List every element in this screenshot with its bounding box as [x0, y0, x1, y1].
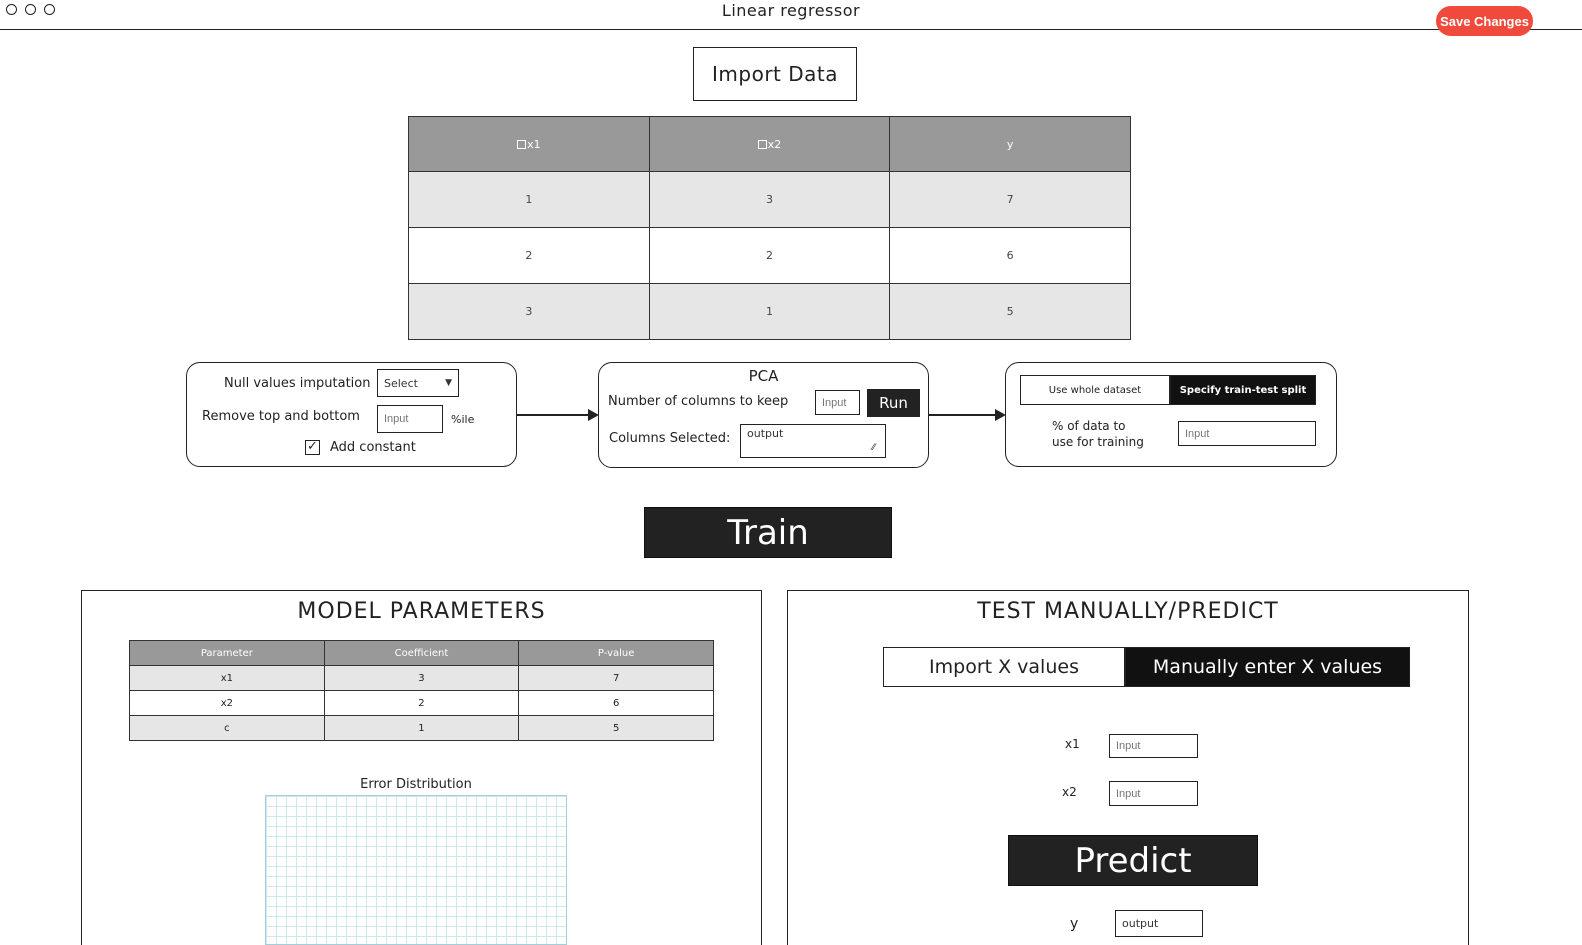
table-cell: 1	[408, 171, 650, 228]
table-row: 2 2 6	[408, 227, 1131, 284]
tab-manually-enter-x-values[interactable]: Manually enter X values	[1125, 647, 1410, 687]
flow-arrow	[517, 414, 589, 416]
column-checkbox-icon[interactable]	[517, 139, 527, 149]
table-cell: 5	[518, 715, 714, 741]
table-cell: x2	[129, 690, 325, 716]
table-cell: 2	[323, 690, 520, 716]
add-constant-label: Add constant	[330, 440, 416, 455]
data-table: x1 x2 y 1 3 7 2 2 6 3 1 5	[408, 116, 1131, 340]
data-column-header: y	[889, 116, 1131, 172]
tab-import-x-values[interactable]: Import X values	[883, 647, 1125, 687]
table-cell: 6	[889, 227, 1131, 284]
table-row: 3 1 5	[408, 283, 1131, 340]
specify-split-option[interactable]: Specify train-test split	[1170, 375, 1316, 405]
table-cell: 7	[518, 665, 714, 691]
columns-selected-output: output ⁄⁄	[740, 424, 886, 458]
table-cell: 2	[648, 227, 891, 284]
x1-input[interactable]	[1109, 734, 1198, 758]
model-parameters-title: MODEL PARAMETERS	[297, 599, 546, 624]
import-data-button[interactable]: Import Data	[693, 47, 857, 101]
column-checkbox-icon[interactable]	[757, 139, 767, 149]
null-imputation-select[interactable]: Select ▼	[377, 369, 459, 397]
table-cell: 7	[889, 171, 1131, 228]
columns-selected-label: Columns Selected:	[609, 431, 731, 446]
x2-input[interactable]	[1109, 781, 1198, 806]
resize-handle-icon[interactable]: ⁄⁄	[872, 443, 875, 453]
table-cell: 6	[518, 690, 714, 716]
error-distribution-title: Error Distribution	[360, 777, 472, 792]
train-percent-input[interactable]	[1178, 421, 1316, 446]
pca-columns-input[interactable]	[815, 390, 860, 415]
table-cell: 3	[323, 665, 520, 691]
table-cell: 3	[648, 171, 891, 228]
table-cell: 2	[408, 227, 650, 284]
column-header: Coefficient	[323, 640, 520, 666]
table-cell: 1	[648, 283, 891, 340]
chevron-down-icon: ▼	[445, 378, 452, 388]
table-cell: 3	[408, 283, 650, 340]
remove-outliers-label: Remove top and bottom	[202, 409, 360, 424]
data-column-header[interactable]: x1	[408, 116, 650, 172]
column-header: P-value	[518, 640, 714, 666]
pca-run-button[interactable]: Run	[867, 389, 920, 417]
use-whole-dataset-option[interactable]: Use whole dataset	[1020, 375, 1170, 405]
column-header: Parameter	[129, 640, 325, 666]
add-constant-checkbox[interactable]: ✓	[305, 440, 320, 455]
y-label: y	[1070, 916, 1079, 932]
train-percent-label: use for training	[1052, 435, 1144, 449]
data-column-header[interactable]: x2	[648, 116, 891, 172]
error-distribution-chart	[265, 795, 567, 945]
train-percent-label: % of data to	[1052, 419, 1126, 433]
pca-title: PCA	[748, 367, 779, 385]
table-cell: c	[129, 715, 325, 741]
table-cell: 5	[889, 283, 1131, 340]
train-button[interactable]: Train	[644, 507, 892, 558]
x2-label: x2	[1062, 785, 1077, 799]
flow-arrow	[929, 414, 996, 416]
parameters-table: Parameter Coefficient P-value x1 3 7 x2 …	[129, 640, 714, 741]
table-cell: x1	[129, 665, 325, 691]
null-imputation-label: Null values imputation	[224, 376, 371, 391]
percentile-unit: %ile	[451, 413, 475, 426]
x1-label: x1	[1065, 737, 1080, 751]
y-output: output	[1115, 910, 1203, 937]
table-cell: 1	[323, 715, 520, 741]
predict-title: TEST MANUALLY/PREDICT	[977, 599, 1279, 624]
table-row: x1 3 7	[129, 665, 714, 691]
remove-outliers-input[interactable]	[377, 405, 443, 433]
table-row: 1 3 7	[408, 171, 1131, 228]
table-row: c 1 5	[129, 715, 714, 741]
pca-columns-label: Number of columns to keep	[608, 394, 789, 409]
save-changes-button[interactable]: Save Changes	[1436, 6, 1533, 36]
predict-button[interactable]: Predict	[1008, 835, 1258, 886]
table-row: x2 2 6	[129, 690, 714, 716]
window-title: Linear regressor	[721, 1, 861, 20]
predict-panel	[787, 590, 1469, 945]
